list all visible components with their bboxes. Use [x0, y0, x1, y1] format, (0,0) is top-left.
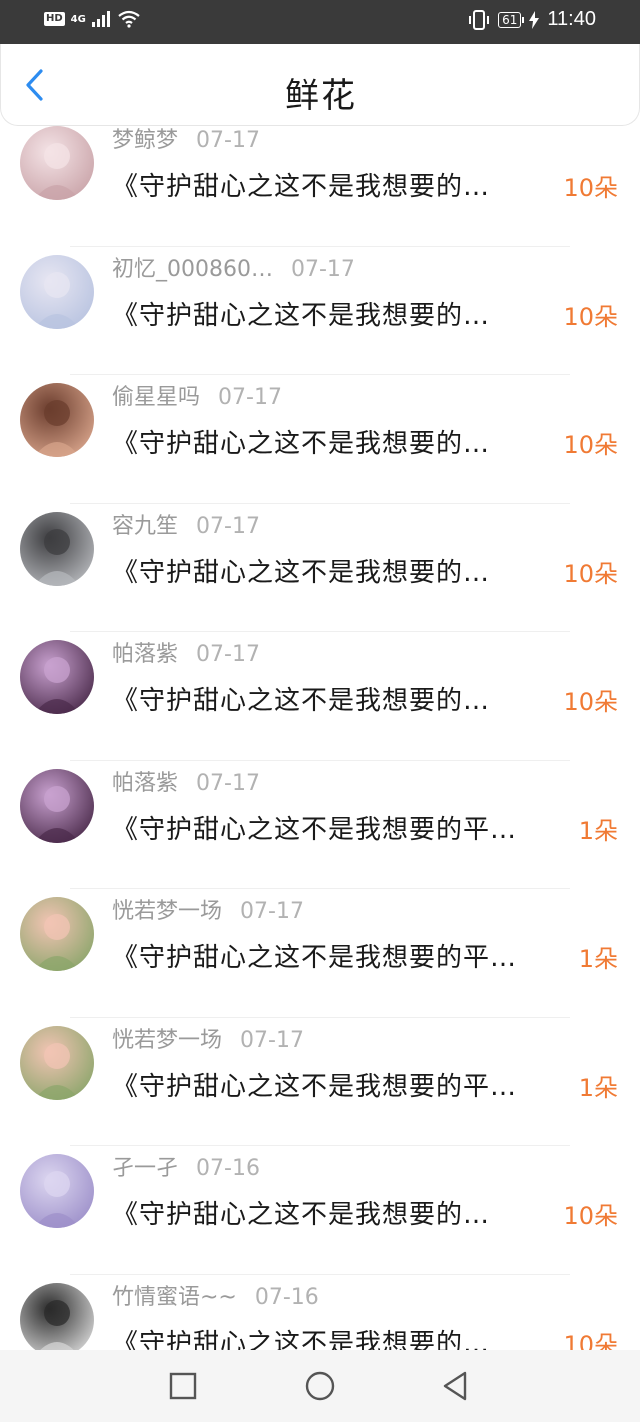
home-button[interactable]	[303, 1370, 337, 1402]
hd-badge: HD	[44, 12, 65, 26]
item-message: 《守护甜心之这不是我想要的…	[112, 429, 491, 459]
flower-count: 1朵	[578, 945, 618, 973]
user-name[interactable]: 偷星星吗	[112, 385, 200, 410]
item-date: 07-17	[196, 642, 260, 667]
item-date: 07-17	[196, 770, 260, 796]
flower-count: 10朵	[563, 559, 618, 588]
item-meta: 梦鲸梦 07-17	[112, 122, 260, 154]
item-meta: 初忆_000860… 07-17	[112, 251, 355, 283]
user-name[interactable]: 初忆_000860…	[112, 257, 273, 282]
clock: 11:40	[547, 8, 596, 30]
avatar[interactable]	[20, 254, 94, 329]
avatar[interactable]	[20, 640, 94, 714]
avatar[interactable]	[20, 126, 94, 200]
item-meta: 孑一孑 07-16	[112, 1150, 260, 1182]
list-item[interactable]: 恍若梦一场 07-17 《守护甜心之这不是我想要的平… 1朵	[0, 889, 640, 1018]
item-meta: 帕落紫 07-17	[112, 636, 260, 668]
item-message: 《守护甜心之这不是我想要的平…	[112, 943, 518, 973]
status-bar: HD 4G 61 11:40	[0, 0, 640, 44]
flower-count: 1朵	[578, 1073, 618, 1102]
item-date: 07-17	[240, 1027, 304, 1053]
circle-icon	[305, 1371, 335, 1401]
recent-apps-button[interactable]	[168, 1370, 198, 1402]
item-meta: 帕落紫 07-17	[112, 765, 260, 797]
avatar-image	[20, 254, 94, 329]
avatar[interactable]	[20, 511, 94, 586]
item-message: 《守护甜心之这不是我想要的…	[112, 1200, 491, 1230]
status-left: HD 4G	[44, 10, 140, 28]
avatar-image	[20, 383, 94, 457]
item-meta: 偷星星吗 07-17	[112, 379, 282, 411]
item-message: 《守护甜心之这不是我想要的平…	[112, 814, 518, 845]
avatar[interactable]	[20, 1025, 94, 1100]
flower-gift-list: 梦鲸梦 07-17 《守护甜心之这不是我想要的… 10朵 初忆_000860… 07…	[0, 118, 640, 1403]
avatar[interactable]	[20, 897, 94, 971]
user-name[interactable]: 孑一孑	[112, 1156, 178, 1181]
user-name[interactable]: 梦鲸梦	[112, 128, 178, 153]
system-nav-bar	[0, 1350, 640, 1422]
avatar-image	[20, 1282, 94, 1357]
wifi-icon	[118, 10, 140, 28]
flower-count: 10朵	[563, 431, 618, 459]
item-message: 《守护甜心之这不是我想要的平…	[112, 1071, 518, 1102]
flower-count: 10朵	[563, 688, 618, 716]
avatar-image	[20, 768, 94, 843]
avatar[interactable]	[20, 768, 94, 843]
item-date: 07-17	[240, 899, 304, 924]
flower-count: 10朵	[563, 1202, 618, 1230]
item-meta: 容九笙 07-17	[112, 508, 260, 540]
avatar[interactable]	[20, 383, 94, 457]
charging-icon	[529, 10, 540, 29]
avatar-image	[20, 640, 94, 714]
flower-count: 10朵	[563, 302, 618, 331]
list-item[interactable]: 帕落紫 07-17 《守护甜心之这不是我想要的平… 1朵	[0, 761, 640, 889]
list-item[interactable]: 恍若梦一场 07-17 《守护甜心之这不是我想要的平… 1朵	[0, 1018, 640, 1146]
item-message: 《守护甜心之这不是我想要的…	[112, 172, 491, 202]
list-item[interactable]: 初忆_000860… 07-17 《守护甜心之这不是我想要的… 10朵	[0, 247, 640, 375]
back-nav-button[interactable]	[440, 1370, 470, 1402]
triangle-back-icon	[443, 1371, 467, 1401]
avatar-image	[20, 897, 94, 971]
avatar[interactable]	[20, 1282, 94, 1357]
avatar[interactable]	[20, 1154, 94, 1228]
item-message: 《守护甜心之这不是我想要的…	[112, 300, 491, 331]
user-name[interactable]: 容九笙	[112, 514, 178, 539]
list-item[interactable]: 帕落紫 07-17 《守护甜心之这不是我想要的… 10朵	[0, 632, 640, 761]
signal-icon	[91, 11, 110, 27]
user-name[interactable]: 恍若梦一场	[112, 899, 222, 924]
avatar-image	[20, 1025, 94, 1100]
network-label: 4G	[70, 13, 86, 25]
avatar-image	[20, 511, 94, 586]
item-date: 07-17	[196, 513, 260, 539]
user-name[interactable]: 恍若梦一场	[112, 1028, 222, 1053]
user-name[interactable]: 帕落紫	[112, 771, 178, 796]
item-date: 07-17	[290, 256, 355, 282]
flower-count: 1朵	[578, 816, 618, 845]
status-right: 61 11:40	[468, 8, 596, 31]
user-name[interactable]: 竹情蜜语~~	[112, 1285, 237, 1310]
item-message: 《守护甜心之这不是我想要的…	[112, 557, 491, 588]
vibrate-icon	[469, 9, 490, 30]
item-meta: 恍若梦一场 07-17	[112, 893, 304, 925]
list-item[interactable]: 梦鲸梦 07-17 《守护甜心之这不是我想要的… 10朵	[0, 118, 640, 247]
item-date: 07-16	[254, 1284, 319, 1310]
square-icon	[169, 1372, 197, 1400]
item-date: 07-17	[218, 385, 282, 410]
flower-count: 10朵	[563, 174, 618, 202]
avatar-image	[20, 126, 94, 200]
app-header: 鲜花	[0, 44, 640, 126]
list-item[interactable]: 孑一孑 07-16 《守护甜心之这不是我想要的… 10朵	[0, 1146, 640, 1275]
list-item[interactable]: 偷星星吗 07-17 《守护甜心之这不是我想要的… 10朵	[0, 375, 640, 504]
item-meta: 竹情蜜语~~ 07-16	[112, 1279, 319, 1311]
battery-indicator: 61	[498, 11, 525, 28]
item-date: 07-16	[196, 1156, 260, 1181]
item-date: 07-17	[196, 128, 260, 153]
page-title: 鲜花	[285, 76, 357, 116]
item-meta: 恍若梦一场 07-17	[112, 1022, 304, 1054]
avatar-image	[20, 1154, 94, 1228]
user-name[interactable]: 帕落紫	[112, 642, 178, 667]
item-message: 《守护甜心之这不是我想要的…	[112, 686, 491, 716]
list-item[interactable]: 容九笙 07-17 《守护甜心之这不是我想要的… 10朵	[0, 504, 640, 632]
